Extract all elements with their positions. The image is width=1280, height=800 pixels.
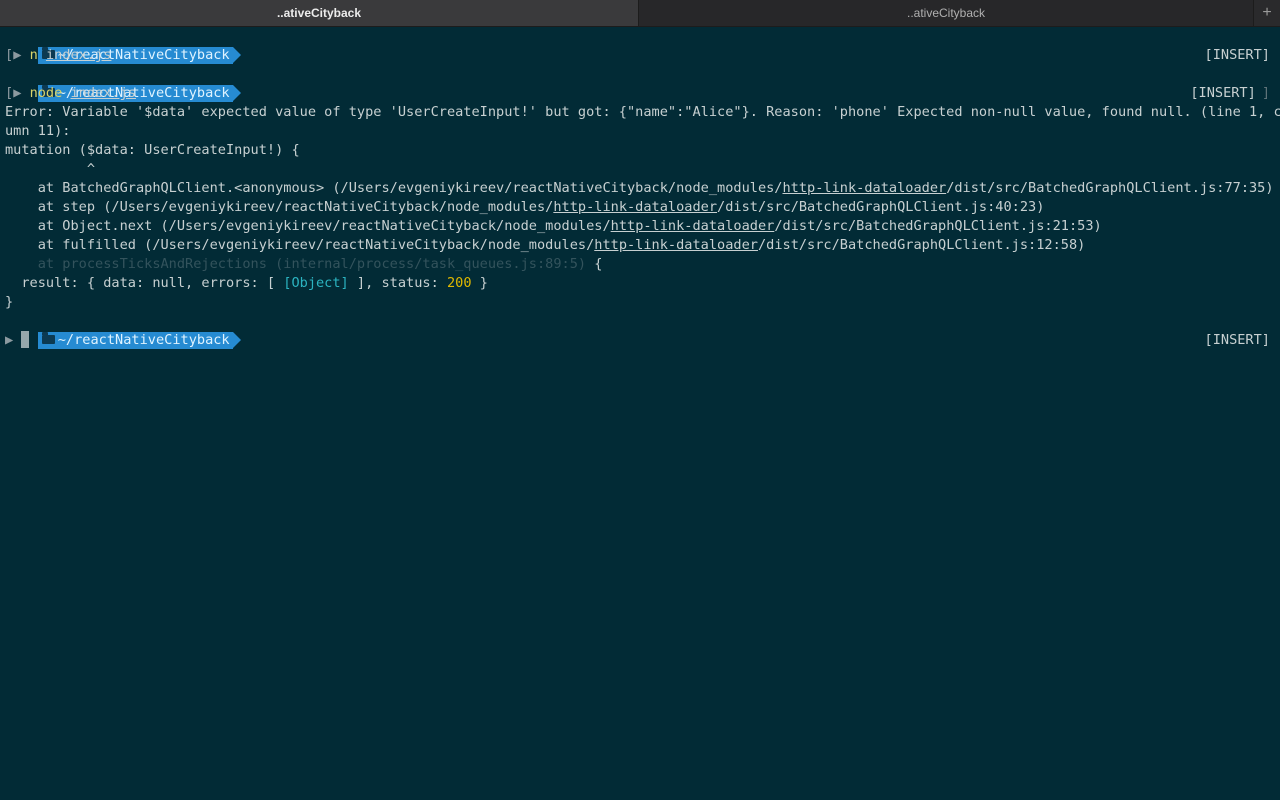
tab-bar: ..ativeCityback ..ativeCityback +: [0, 0, 1280, 27]
module-link[interactable]: http-link-dataloader: [611, 218, 775, 234]
stack-line: at fulfilled (/Users/evgeniykireev/react…: [5, 237, 1086, 253]
mode-indicator: [INSERT]: [1204, 332, 1270, 348]
module-link[interactable]: http-link-dataloader: [594, 237, 758, 253]
stack-line: at BatchedGraphQLClient.<anonymous> (/Us…: [5, 180, 1274, 196]
command-argument: index.js: [70, 85, 136, 101]
add-tab-button[interactable]: +: [1254, 0, 1280, 26]
stack-line: at Object.next (/Users/evgeniykireev/rea…: [5, 218, 1102, 234]
terminal-output[interactable]: ~/reactNativeCityback [▶ n index.js [INSE…: [5, 27, 1280, 350]
module-link[interactable]: http-link-dataloader: [783, 180, 947, 196]
prompt-arrow-icon: ▶: [13, 47, 22, 63]
module-link[interactable]: http-link-dataloader: [553, 199, 717, 215]
command-line: [▶ n index.js [INSERT]: [5, 46, 1270, 65]
prompt-line: ~/reactNativeCityback: [5, 65, 1270, 102]
prompt-arrow-icon: ▶: [13, 85, 22, 101]
prompt-line: ~/reactNativeCityback: [5, 312, 1270, 349]
input-line[interactable]: ▶ [INSERT]: [5, 330, 1270, 350]
mode-indicator: [INSERT]]: [1190, 85, 1270, 101]
error-caret: ^: [5, 161, 96, 177]
error-message: Error: Variable '$data' expected value o…: [5, 104, 1280, 120]
tab-active[interactable]: ..ativeCityback: [0, 0, 639, 26]
command-argument: index.js: [45, 47, 112, 63]
result-object: [Object]: [283, 275, 349, 291]
text-cursor[interactable]: [21, 330, 30, 348]
mode-indicator: [INSERT]: [1204, 47, 1270, 63]
prompt-arrow-icon: ▶: [5, 332, 14, 348]
stack-line-internal: at processTicksAndRejections (internal/p…: [5, 256, 603, 272]
command-program: node: [29, 85, 63, 101]
prompt-line: ~/reactNativeCityback: [5, 27, 1270, 64]
stack-line: at step (/Users/evgeniykireev/reactNativ…: [5, 199, 1045, 215]
prompt-bracket: [: [5, 85, 14, 101]
result-status: 200: [446, 275, 472, 291]
command-program: n: [29, 47, 38, 63]
error-message-wrap: umn 11):: [5, 123, 71, 139]
result-line: result: { data: null, errors: [ [Object]…: [5, 275, 488, 291]
tab-inactive[interactable]: ..ativeCityback: [639, 0, 1254, 26]
closing-brace: }: [5, 294, 14, 310]
prompt-bracket: [: [5, 47, 14, 63]
error-mutation: mutation ($data: UserCreateInput!) {: [5, 142, 300, 158]
command-line: [▶ node index.js [INSERT]]: [5, 84, 1270, 103]
